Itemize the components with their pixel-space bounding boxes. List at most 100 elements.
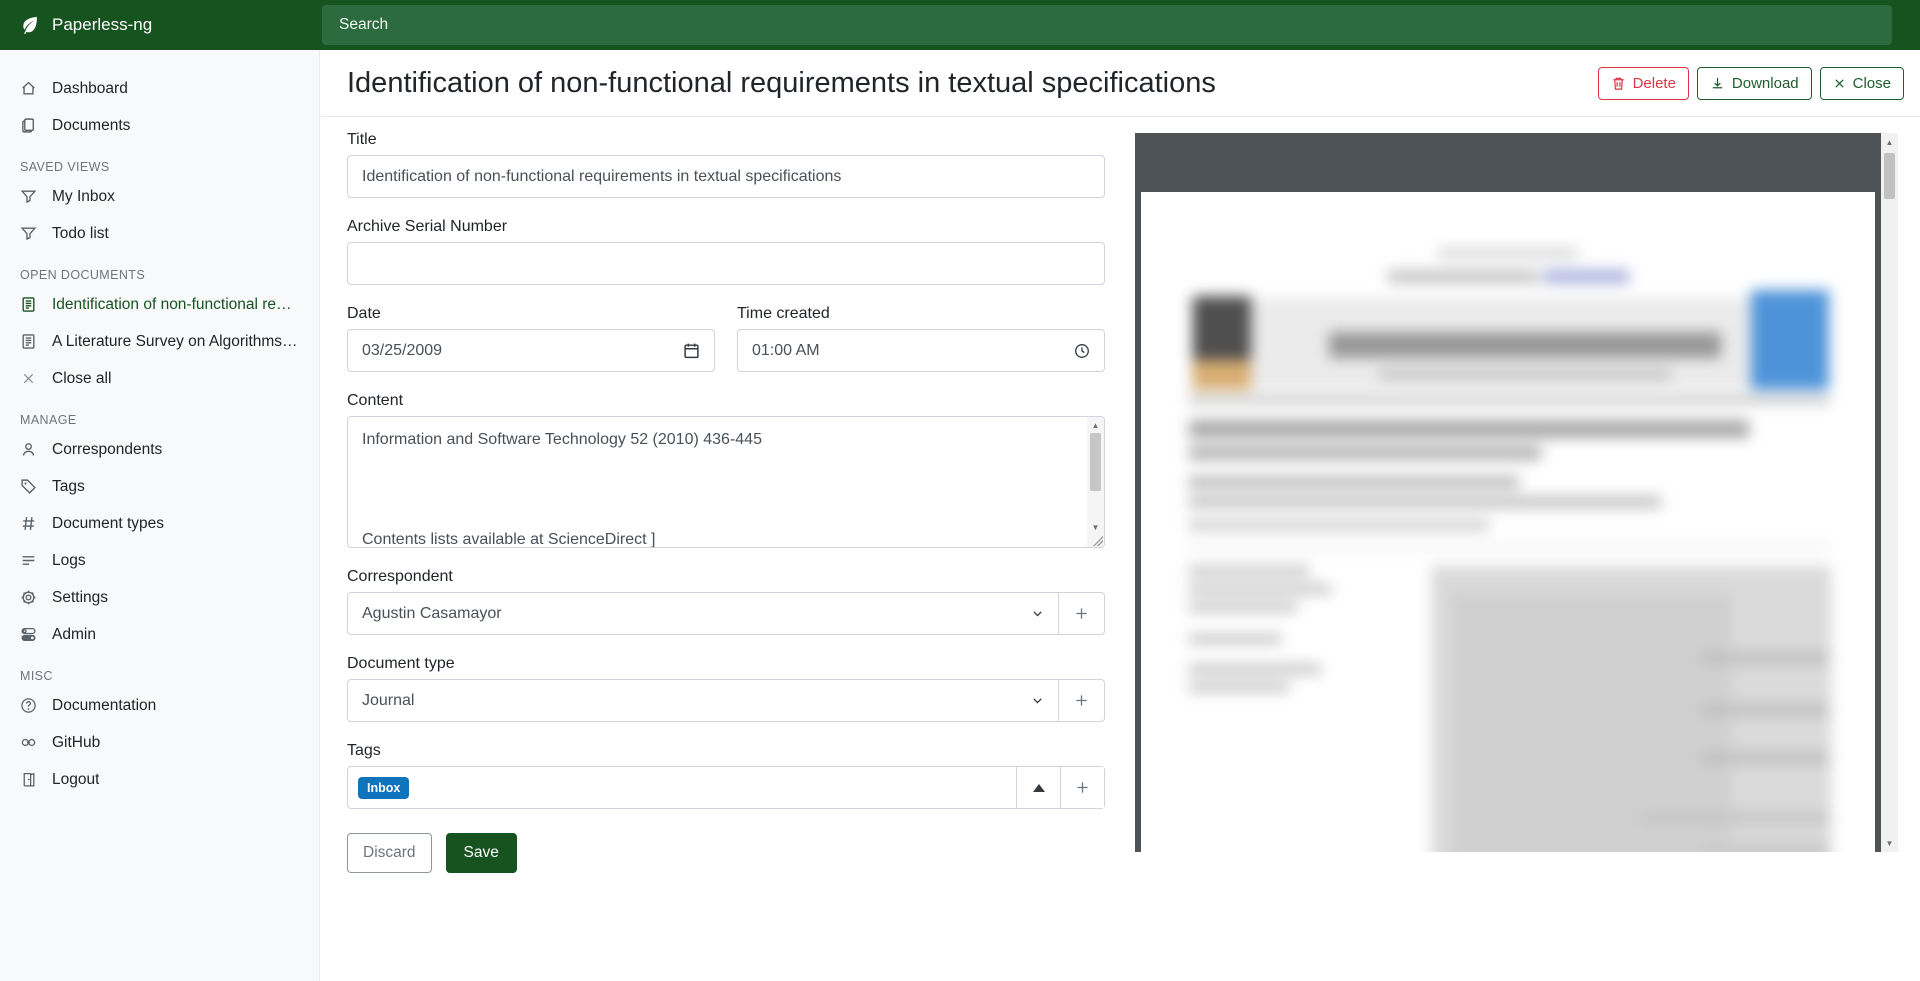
form-actions: Discard Save [347,833,1105,873]
content-field: Information and Software Technology 52 (… [347,416,1105,548]
sidebar-item-tags[interactable]: Tags [0,468,319,505]
correspondent-label: Correspondent [347,568,1105,586]
pdf-page [1141,192,1875,852]
sidebar-item-logout[interactable]: Logout [0,761,319,798]
preview-scrollbar[interactable]: ▲ ▼ [1881,133,1898,852]
tags-dropdown-toggle[interactable] [1016,767,1060,808]
chevron-down-icon [1031,607,1044,620]
home-icon [20,80,37,97]
document-edit-form: Title Archive Serial Number Date 03/25/2… [347,131,1105,873]
sidebar-open-document-1[interactable]: Identification of non-functional require… [0,286,319,323]
door-icon [20,771,37,788]
scroll-down-icon[interactable]: ▼ [1087,520,1104,534]
brand[interactable]: Paperless-ng [0,15,322,35]
sidebar-item-label: Todo list [52,225,109,243]
tags-label: Tags [347,742,1105,760]
time-created-input[interactable]: 01:00 AM [737,329,1105,372]
sidebar-item-label: Logout [52,771,99,789]
sidebar-item-label: Dashboard [52,80,128,98]
content-textarea[interactable]: Information and Software Technology 52 (… [347,416,1105,548]
hash-icon [20,515,37,532]
resize-grip[interactable] [1093,536,1103,546]
sidebar-item-label: Logs [52,552,86,570]
calendar-icon[interactable] [683,342,700,359]
document-type-select[interactable]: Journal [347,679,1059,722]
tags-control[interactable]: Inbox [347,766,1105,809]
gear-icon [20,589,37,606]
time-created-label: Time created [737,305,1105,323]
download-icon [1710,76,1725,91]
section-header-saved-views: SAVED VIEWS [0,160,319,174]
add-correspondent-button[interactable] [1059,592,1105,635]
page-title: Identification of non-functional require… [347,67,1216,100]
top-navbar: Paperless-ng [0,0,1920,50]
document-preview: ▲ ▼ [1135,133,1898,852]
trash-icon [1611,76,1626,91]
scroll-down-icon[interactable]: ▼ [1881,836,1898,850]
sidebar-item-label: Admin [52,626,96,644]
download-button[interactable]: Download [1697,67,1812,100]
toggles-icon [20,626,37,643]
close-icon [1833,77,1846,90]
sidebar-item-label: Document types [52,515,164,533]
sidebar-item-todo-list[interactable]: Todo list [0,215,319,252]
link-icon [20,734,37,751]
save-button[interactable]: Save [446,833,517,873]
sidebar-item-label: My Inbox [52,188,115,206]
section-header-open-documents: OPEN DOCUMENTS [0,268,319,282]
open-document-title: Identification of non-functional require… [52,296,299,314]
header-actions: Delete Download Close [1598,67,1904,100]
sidebar-item-documentation[interactable]: Documentation [0,687,319,724]
close-icon [20,370,37,387]
search-input[interactable] [322,5,1892,45]
tag-badge-inbox: Inbox [358,777,409,799]
sidebar-item-github[interactable]: GitHub [0,724,319,761]
sidebar-item-label: Close all [52,370,111,388]
sidebar-item-admin[interactable]: Admin [0,616,319,653]
correspondent-select[interactable]: Agustin Casamayor [347,592,1059,635]
add-tag-button[interactable] [1060,767,1104,808]
content-label: Content [347,392,1105,410]
list-icon [20,552,37,569]
file-text-icon [20,296,37,313]
scroll-up-icon[interactable]: ▲ [1881,135,1898,149]
sidebar-item-label: Documentation [52,697,156,715]
sidebar-item-documents[interactable]: Documents [0,107,319,144]
sidebar-item-correspondents[interactable]: Correspondents [0,431,319,468]
asn-label: Archive Serial Number [347,218,1105,236]
search-bar [322,5,1892,45]
documents-icon [20,117,37,134]
main-content: Identification of non-functional require… [321,50,1920,981]
sidebar-open-document-2[interactable]: A Literature Survey on Algorithms for Mu… [0,323,319,360]
scrollbar-thumb[interactable] [1884,153,1895,199]
tags-area[interactable]: Inbox [348,767,1016,808]
sidebar-item-label: Settings [52,589,108,607]
sidebar-item-my-inbox[interactable]: My Inbox [0,178,319,215]
file-text-icon [20,333,37,350]
add-document-type-button[interactable] [1059,679,1105,722]
brand-title: Paperless-ng [52,15,152,35]
sidebar-item-dashboard[interactable]: Dashboard [0,70,319,107]
scrollbar-thumb[interactable] [1090,433,1101,491]
sidebar-item-settings[interactable]: Settings [0,579,319,616]
sidebar-item-document-types[interactable]: Document types [0,505,319,542]
content-scrollbar[interactable]: ▲ ▼ [1087,417,1104,547]
blurred-page-content [1141,192,1875,852]
question-circle-icon [20,697,37,714]
clock-icon[interactable] [1074,343,1090,359]
title-input[interactable] [347,155,1105,198]
sidebar-item-close-all[interactable]: Close all [0,360,319,397]
close-button[interactable]: Close [1820,67,1904,100]
document-header: Identification of non-functional require… [321,50,1920,117]
asn-input[interactable] [347,242,1105,285]
date-input[interactable]: 03/25/2009 [347,329,715,372]
delete-button[interactable]: Delete [1598,67,1689,100]
date-label: Date [347,305,715,323]
tag-icon [20,478,37,495]
open-document-title: A Literature Survey on Algorithms for Mu… [52,333,299,351]
sidebar-item-label: Tags [52,478,85,496]
discard-button[interactable]: Discard [347,833,432,873]
sidebar-item-logs[interactable]: Logs [0,542,319,579]
scroll-up-icon[interactable]: ▲ [1087,418,1104,432]
person-icon [20,441,37,458]
